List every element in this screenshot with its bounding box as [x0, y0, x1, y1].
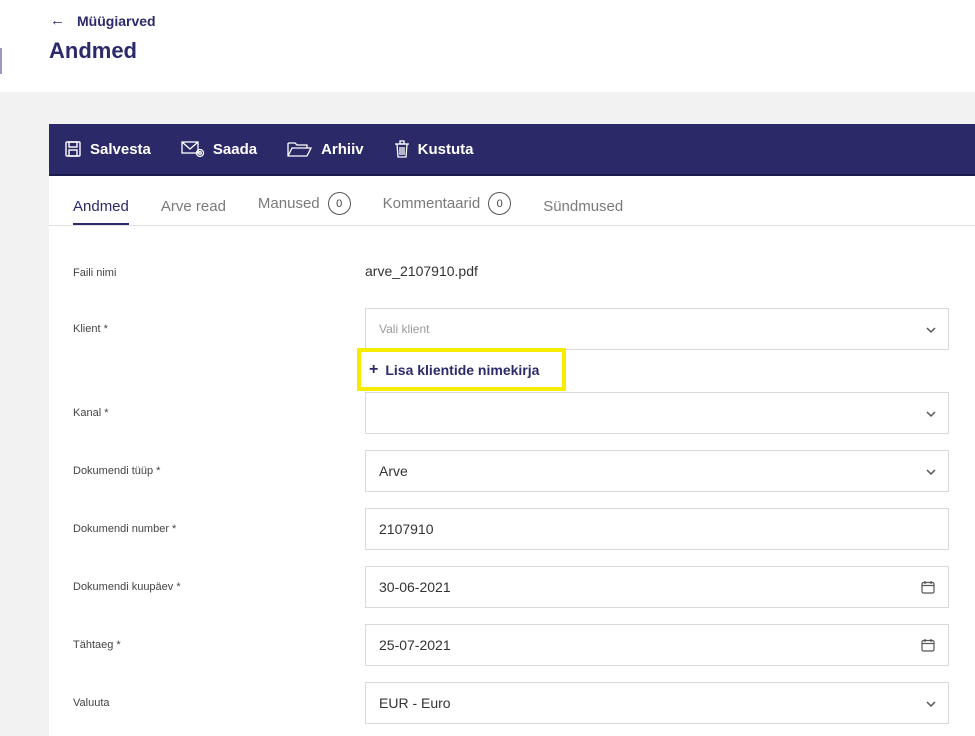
left-edge-marker — [0, 48, 2, 74]
chevron-down-icon — [926, 469, 936, 476]
document-date-label: Dokumendi kuupäev * — [73, 581, 181, 593]
document-number-input[interactable]: 2107910 — [365, 508, 949, 550]
channel-select[interactable] — [365, 392, 949, 434]
document-card: Salvesta Saada Arhiiv Kustuta Andmed Arv… — [49, 124, 975, 736]
document-date-value: 30-06-2021 — [379, 579, 451, 595]
send-button[interactable]: Saada — [181, 140, 257, 158]
archive-button[interactable]: Arhiiv — [287, 140, 364, 158]
add-to-client-list-button[interactable]: + Lisa klientide nimekirja — [357, 348, 566, 391]
tab-invoice-rows[interactable]: Arve read — [161, 198, 226, 225]
document-number-label: Dokumendi number * — [73, 523, 177, 535]
tab-details[interactable]: Andmed — [73, 198, 129, 225]
tab-events-label: Sündmused — [543, 198, 624, 215]
tab-details-label: Andmed — [73, 198, 129, 215]
due-date-label: Tähtaeg * — [73, 639, 121, 651]
client-select[interactable]: Vali klient — [365, 308, 949, 350]
tab-events[interactable]: Sündmused — [543, 198, 623, 225]
tab-comments-label: Kommentaarid — [382, 195, 481, 212]
currency-select[interactable]: EUR - Euro — [365, 682, 949, 724]
top-header: ← Müügiarved Andmed — [0, 0, 975, 92]
file-name-value: arve_2107910.pdf — [365, 263, 478, 279]
attachments-count-badge: 0 — [327, 192, 351, 215]
send-button-label: Saada — [212, 140, 258, 158]
tab-bar: Andmed Arve read Manused 0 Kommentaarid … — [49, 176, 975, 226]
floppy-icon — [65, 141, 81, 157]
chevron-down-icon — [926, 701, 936, 708]
currency-label: Valuuta — [73, 697, 110, 709]
delete-button-label: Kustuta — [417, 140, 474, 158]
client-label: Klient * — [73, 323, 108, 335]
folder-open-icon — [287, 142, 313, 157]
mail-send-icon — [181, 141, 205, 158]
currency-value: EUR - Euro — [379, 695, 451, 711]
due-date-input[interactable]: 25-07-2021 — [365, 624, 949, 666]
back-link[interactable]: ← Müügiarved — [50, 12, 156, 29]
document-type-select[interactable]: Arve — [365, 450, 949, 492]
document-type-label: Dokumendi tüüp * — [73, 465, 161, 477]
calendar-icon[interactable] — [921, 638, 935, 652]
save-button-label: Salvesta — [90, 140, 151, 158]
save-button[interactable]: Salvesta — [64, 140, 151, 158]
document-type-value: Arve — [379, 463, 408, 479]
add-to-client-list-label: Lisa klientide nimekirja — [385, 361, 540, 378]
comments-count-badge: 0 — [488, 192, 512, 215]
due-date-value: 25-07-2021 — [379, 637, 451, 653]
tab-comments[interactable]: Kommentaarid 0 — [383, 192, 512, 225]
back-link-label: Müügiarved — [77, 12, 156, 29]
page-title: Andmed — [49, 38, 137, 63]
archive-button-label: Arhiiv — [321, 140, 364, 158]
action-toolbar: Salvesta Saada Arhiiv Kustuta — [49, 124, 975, 176]
channel-label: Kanal * — [73, 407, 109, 419]
plus-icon: + — [369, 360, 379, 378]
chevron-down-icon — [926, 411, 936, 418]
document-date-input[interactable]: 30-06-2021 — [365, 566, 949, 608]
trash-icon — [394, 140, 409, 158]
tab-attachments-label: Manused — [257, 195, 320, 212]
file-name-label: Faili nimi — [73, 267, 117, 279]
client-select-placeholder: Vali klient — [379, 322, 430, 336]
tab-invoice-rows-label: Arve read — [160, 198, 226, 215]
document-number-value: 2107910 — [379, 521, 434, 537]
arrow-left-icon: ← — [50, 12, 65, 29]
calendar-icon[interactable] — [921, 580, 935, 594]
chevron-down-icon — [926, 327, 936, 334]
delete-button[interactable]: Kustuta — [394, 140, 474, 158]
tab-attachments[interactable]: Manused 0 — [258, 192, 351, 225]
